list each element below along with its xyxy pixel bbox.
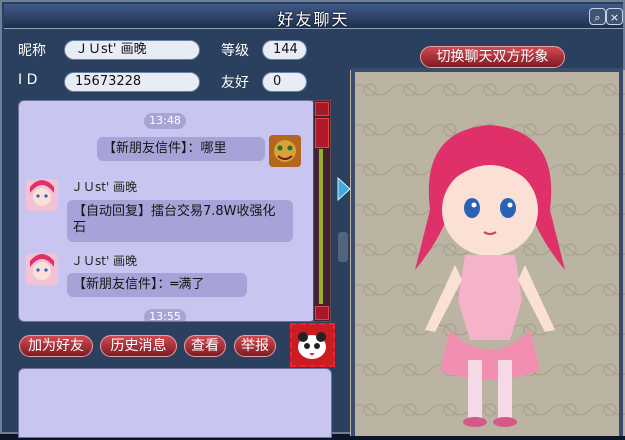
friend-chat-window: 好友聊天 ⌕ × 昵称 ＪＵst' 画晚 等级 144 I D 15673228… [0, 0, 625, 438]
history-button[interactable]: 历史消息 [100, 335, 177, 357]
sender-name: ＪＵst' 画晚 [71, 180, 138, 194]
id-label: I D [18, 72, 38, 88]
avatar [26, 253, 58, 285]
friendship-field: 0 [262, 72, 307, 92]
scroll-up-button[interactable] [315, 102, 329, 116]
scroll-down-button[interactable] [315, 306, 329, 320]
emote-icon[interactable] [290, 323, 335, 367]
close-icon[interactable]: × [606, 8, 623, 25]
sender-name: ＪＵst' 画晚 [71, 254, 138, 268]
scroll-track [319, 149, 323, 304]
level-label: 等级 [221, 43, 249, 59]
scroll-thumb[interactable] [315, 118, 329, 148]
message-bubble: 【自动回复】擂台交易7.8W收强化石 [67, 200, 293, 242]
add-friend-button[interactable]: 加为好友 [19, 335, 93, 357]
message-bubble: 【新朋友信件】：═满了 [67, 273, 247, 297]
portrait-frame [351, 68, 623, 436]
chat-history[interactable]: 13:48 【新朋友信件】：哪里 ＪＵst' 画晚 【自动回复】擂台交易7.8W… [18, 100, 316, 322]
message-input[interactable] [18, 368, 332, 438]
report-button[interactable]: 举报 [234, 335, 276, 357]
window-title: 好友聊天 [277, 10, 350, 29]
avatar [26, 179, 58, 211]
level-field: 144 [262, 40, 307, 60]
friendship-label: 友好 [221, 75, 249, 91]
timestamp: 13:48 [144, 113, 186, 129]
title-bar[interactable]: 好友聊天 ⌕ × [4, 4, 623, 29]
panel-divider-handle[interactable] [338, 232, 348, 262]
timestamp: 13:55 [144, 309, 186, 321]
id-field: 15673228 [64, 72, 200, 92]
nickname-label: 昵称 [18, 43, 46, 59]
chat-scrollbar[interactable] [313, 100, 331, 322]
expand-arrow-icon[interactable] [336, 174, 352, 204]
view-button[interactable]: 查看 [184, 335, 226, 357]
switch-avatar-button[interactable]: 切换聊天双方形象 [420, 46, 565, 68]
avatar [269, 135, 301, 167]
help-icon[interactable]: ⌕ [589, 8, 606, 25]
message-bubble: 【新朋友信件】：哪里 [97, 137, 265, 161]
nickname-field: ＪＵst' 画晚 [64, 40, 200, 60]
